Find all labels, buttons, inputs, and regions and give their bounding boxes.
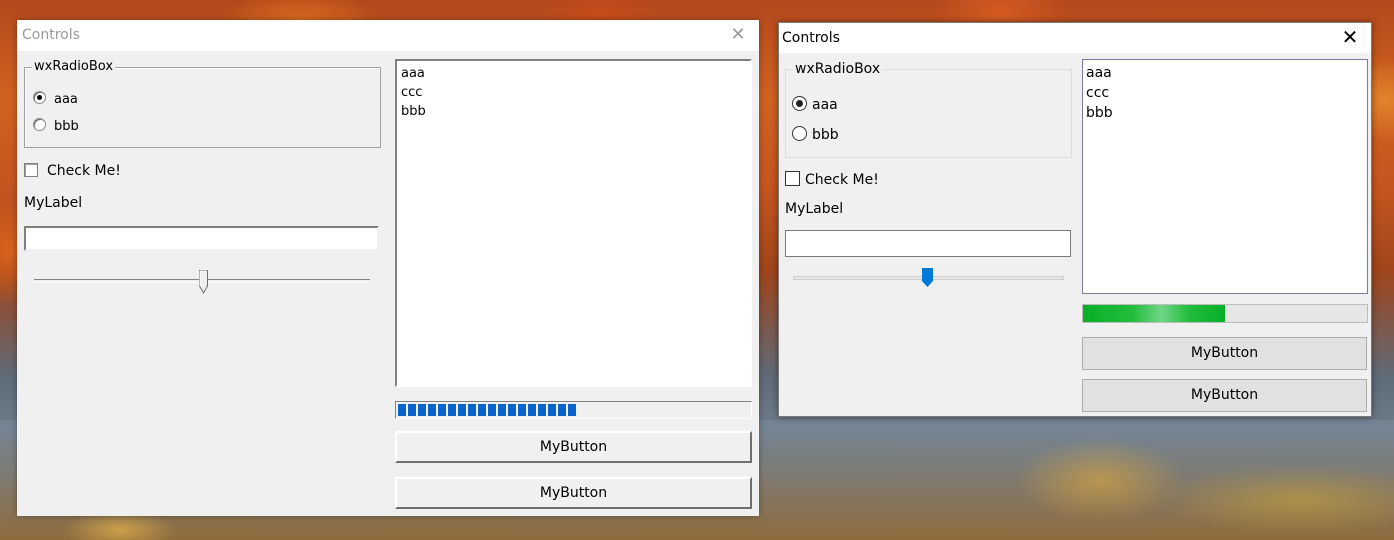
my-label: MyLabel (785, 201, 844, 217)
radio-option-label: bbb (54, 119, 79, 134)
checkbox-box-icon (24, 163, 38, 177)
text-input[interactable] (24, 226, 379, 251)
progress-block (458, 404, 466, 416)
progress-block (508, 404, 516, 416)
progress-block (468, 404, 476, 416)
list-item[interactable]: aaa (1086, 63, 1364, 83)
progress-block (568, 404, 576, 416)
list-box[interactable]: aaa ccc bbb (395, 59, 752, 387)
radio-unselected-icon (33, 118, 46, 131)
progress-block (518, 404, 526, 416)
list-item[interactable]: ccc (401, 83, 746, 102)
radio-box-group: wxRadioBox aaa bbb (785, 61, 1072, 158)
progress-block (478, 404, 486, 416)
radio-option-label: aaa (812, 97, 838, 113)
radio-option-bbb[interactable]: bbb (33, 118, 79, 134)
progress-fill (1083, 305, 1225, 322)
close-icon[interactable]: ✕ (727, 24, 749, 46)
my-button-1[interactable]: MyButton (1082, 337, 1367, 370)
radio-box-label: wxRadioBox (32, 59, 116, 74)
my-label: MyLabel (24, 195, 83, 211)
progress-block (558, 404, 566, 416)
checkbox-box-icon (785, 171, 800, 186)
list-item[interactable]: aaa (401, 64, 746, 83)
slider-thumb[interactable] (922, 268, 933, 287)
radio-option-bbb[interactable]: bbb (792, 126, 839, 143)
progress-block (528, 404, 536, 416)
slider-thumb[interactable] (199, 270, 208, 294)
progress-block (408, 404, 416, 416)
radio-selected-icon (792, 96, 807, 111)
checkbox-label: Check Me! (805, 172, 879, 188)
progress-block (498, 404, 506, 416)
checkbox-label: Check Me! (47, 163, 121, 179)
close-icon[interactable]: ✕ (1339, 26, 1361, 48)
controls-window-classic: Controls ✕ wxRadioBox aaa bbb Check Me! … (17, 20, 759, 516)
radio-option-aaa[interactable]: aaa (792, 96, 838, 113)
progress-block (548, 404, 556, 416)
progress-block (438, 404, 446, 416)
controls-window-themed: Controls ✕ wxRadioBox aaa bbb Check Me! … (778, 22, 1372, 417)
radio-option-aaa[interactable]: aaa (33, 91, 78, 107)
check-me-checkbox[interactable]: Check Me! (24, 163, 121, 179)
window-title: Controls (22, 27, 80, 43)
check-me-checkbox[interactable]: Check Me! (785, 171, 879, 188)
progress-blocks (398, 404, 576, 416)
progress-block (418, 404, 426, 416)
radio-box-label: wxRadioBox (793, 61, 883, 77)
list-item[interactable]: bbb (401, 102, 746, 121)
radio-box-group: wxRadioBox aaa bbb (24, 59, 381, 148)
radio-option-label: aaa (54, 92, 78, 107)
progress-block (538, 404, 546, 416)
my-button-2[interactable]: MyButton (1082, 379, 1367, 412)
progress-block (398, 404, 406, 416)
progress-block (488, 404, 496, 416)
title-bar[interactable]: Controls ✕ (779, 23, 1371, 53)
title-bar[interactable]: Controls ✕ (17, 20, 759, 51)
window-title: Controls (782, 30, 840, 46)
progress-bar (395, 401, 752, 419)
radio-unselected-icon (792, 126, 807, 141)
list-item[interactable]: bbb (1086, 103, 1364, 123)
progress-block (428, 404, 436, 416)
my-button-2[interactable]: MyButton (395, 477, 752, 509)
radio-selected-icon (33, 91, 46, 104)
text-input[interactable] (785, 230, 1071, 257)
radio-option-label: bbb (812, 127, 839, 143)
list-item[interactable]: ccc (1086, 83, 1364, 103)
my-button-1[interactable]: MyButton (395, 431, 752, 463)
list-box[interactable]: aaa ccc bbb (1082, 59, 1368, 294)
progress-block (448, 404, 456, 416)
progress-bar (1082, 304, 1368, 323)
